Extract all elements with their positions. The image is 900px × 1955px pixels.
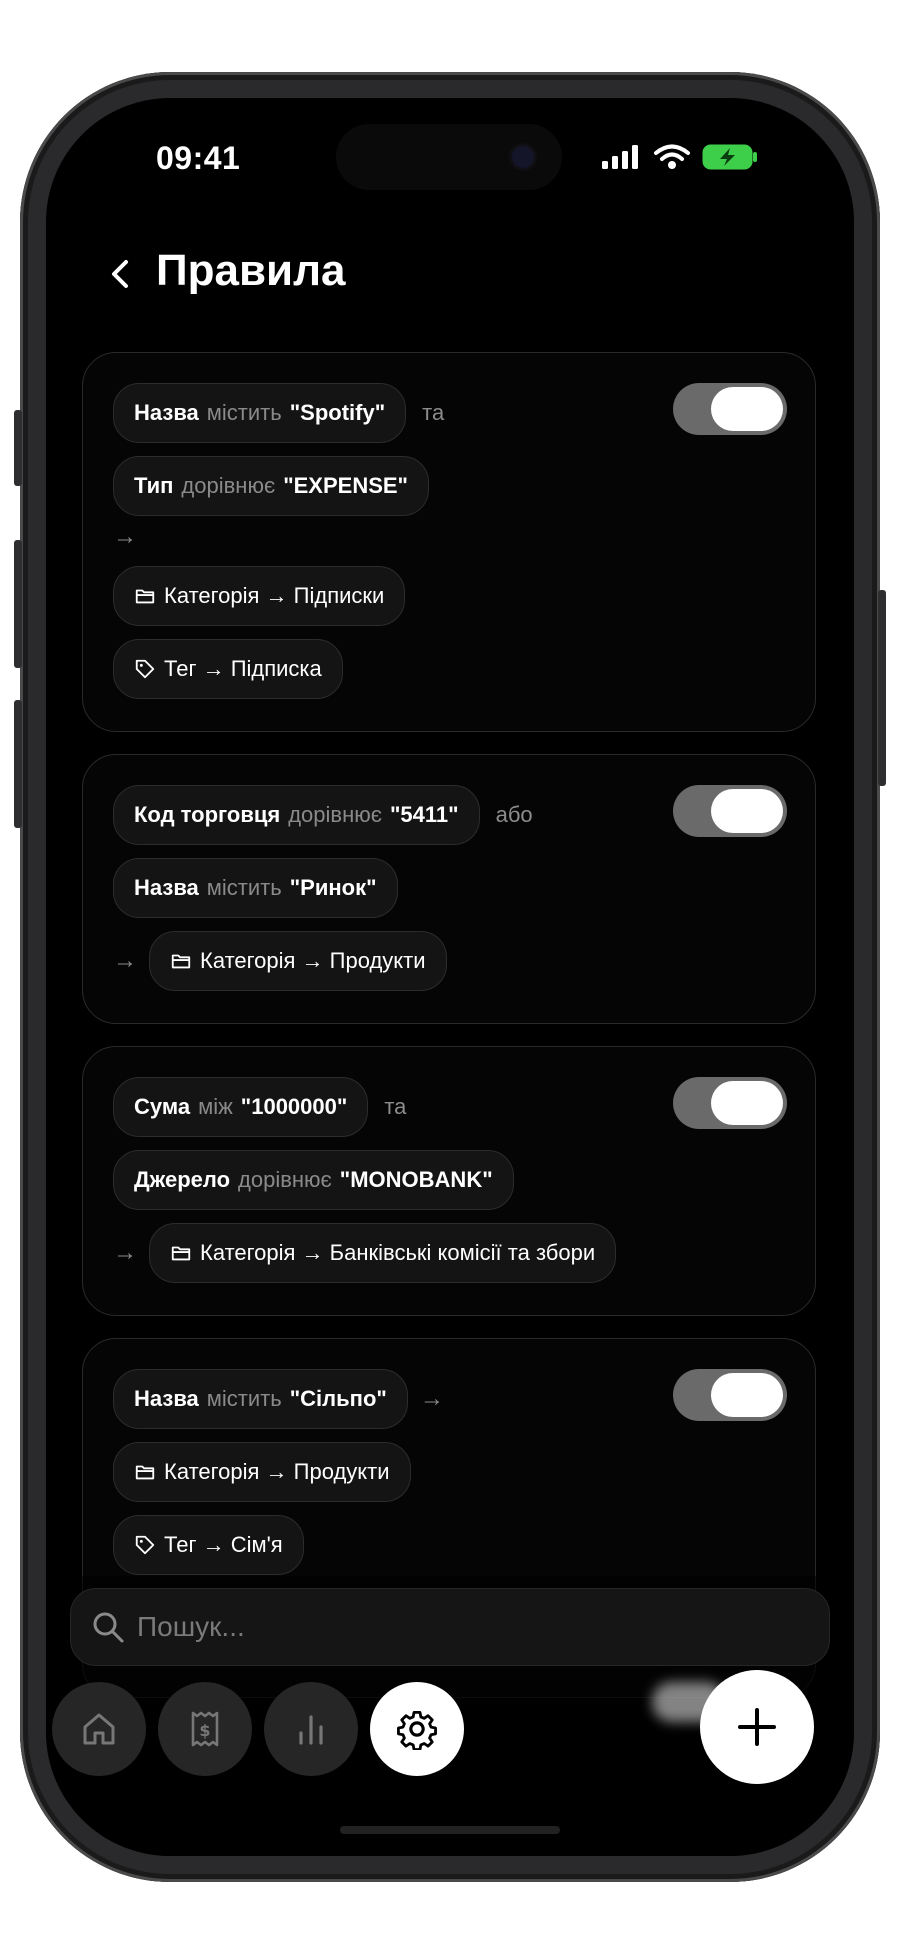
tab-home[interactable] [52,1682,146,1776]
page-title: Правила [156,246,346,295]
plus-icon [738,1708,776,1746]
action-chip[interactable]: Категорія → Продукти [149,931,447,991]
condition-operator: дорівнює [181,473,276,498]
condition-field: Назва [134,875,199,900]
condition-chip[interactable]: Назва містить "Spotify" [113,383,407,443]
condition-value: "EXPENSE" [283,473,408,498]
condition-value: "MONOBANK" [339,1167,493,1192]
condition-joiner: та [422,400,445,425]
home-icon [83,1713,115,1745]
condition-value: "1000000" [240,1094,348,1119]
folder-icon [135,589,155,604]
receipt-icon: $ [191,1711,219,1747]
condition-chip[interactable]: Сума між "1000000" [113,1077,369,1137]
rule-toggle[interactable] [673,383,787,435]
action-button [14,410,22,486]
rule-arrow: → [113,523,137,550]
condition-chip[interactable]: Код торговця дорівнює "5411" [113,785,480,845]
condition-operator: дорівнює [288,802,382,827]
tag-icon [135,1535,155,1555]
gear-icon [397,1710,437,1750]
camera-icon [512,146,534,168]
folder-icon [171,1246,191,1261]
rule-card[interactable]: Назва містить "Spotify" та Тип дорівнює … [82,352,816,732]
action-chip[interactable]: Категорія → Підписки [113,566,406,626]
wifi-icon [654,144,690,169]
tab-settings[interactable] [370,1682,464,1776]
dynamic-island [336,124,562,190]
condition-field: Код торговця [134,802,281,827]
action-chip[interactable]: Тег → Підписка [113,639,343,699]
back-button[interactable] [102,254,142,294]
toggle-knob [711,1373,783,1417]
rule-arrow: → [419,1385,444,1412]
condition-operator: між [198,1094,233,1119]
rule-card[interactable]: Код торговця дорівнює "5411" або Назва м… [82,754,816,1024]
condition-value: "Ринок" [289,875,377,900]
condition-chip[interactable]: Джерело дорівнює "MONOBANK" [113,1150,514,1210]
search-bar[interactable]: Пошук... [70,1588,830,1666]
folder-icon [171,954,191,969]
tab-transactions[interactable]: $ [158,1682,252,1776]
chevron-left-icon [112,260,128,288]
status-icons [602,144,758,170]
folder-icon [135,1465,155,1480]
rule-arrow: → [113,947,137,974]
svg-text:$: $ [199,1721,210,1740]
tab-analytics[interactable] [264,1682,358,1776]
action-text: Категорія → Підписки [164,583,385,608]
battery-charging-icon [702,144,757,170]
volume-down-button [14,700,22,828]
condition-field: Назва [134,400,199,425]
condition-operator: містить [206,400,282,425]
action-text: Тег → Підписка [164,656,322,681]
toggle-knob [711,789,783,833]
toggle-knob [711,387,783,431]
condition-value: "Сільпо" [289,1386,387,1411]
chart-icon [299,1715,323,1745]
tag-icon [135,659,155,679]
action-text: Категорія → Продукти [164,1459,390,1484]
action-text: Категорія → Банківські комісії та збори [200,1240,596,1265]
rule-toggle[interactable] [673,785,787,837]
action-text: Категорія → Продукти [200,948,426,973]
condition-operator: містить [206,875,282,900]
condition-field: Сума [134,1094,191,1119]
search-placeholder: Пошук... [137,1611,245,1642]
action-chip[interactable]: Категорія → Банківські комісії та збори [149,1223,617,1283]
rule-card[interactable]: Сума між "1000000" та Джерело дорівнює "… [82,1046,816,1316]
screen: 09:41 Правила Назва містить "Spotify" та… [46,98,854,1856]
status-time: 09:41 [156,140,241,176]
condition-joiner: або [495,802,533,827]
condition-value: "Spotify" [289,400,386,425]
rule-toggle[interactable] [673,1369,787,1421]
condition-field: Тип [134,473,174,498]
rule-toggle[interactable] [673,1077,787,1129]
volume-up-button [14,540,22,668]
condition-chip[interactable]: Назва містить "Ринок" [113,858,398,918]
signal-icon [602,145,638,169]
condition-field: Джерело [134,1167,231,1192]
home-indicator [340,1826,560,1834]
condition-operator: дорівнює [238,1167,332,1192]
condition-field: Назва [134,1386,199,1411]
condition-joiner: та [384,1094,407,1119]
rule-arrow: → [113,1239,137,1266]
condition-chip[interactable]: Тип дорівнює "EXPENSE" [113,456,429,516]
search-icon [93,1612,124,1643]
action-text: Тег → Сім'я [164,1532,283,1557]
action-chip[interactable]: Категорія → Продукти [113,1442,411,1502]
condition-chip[interactable]: Назва містить "Сільпо" [113,1369,408,1429]
add-rule-button[interactable] [700,1670,814,1784]
condition-value: "5411" [389,802,459,827]
power-button [878,590,886,786]
toggle-knob [711,1081,783,1125]
action-chip[interactable]: Тег → Сім'я [113,1515,304,1575]
condition-operator: містить [206,1386,282,1411]
